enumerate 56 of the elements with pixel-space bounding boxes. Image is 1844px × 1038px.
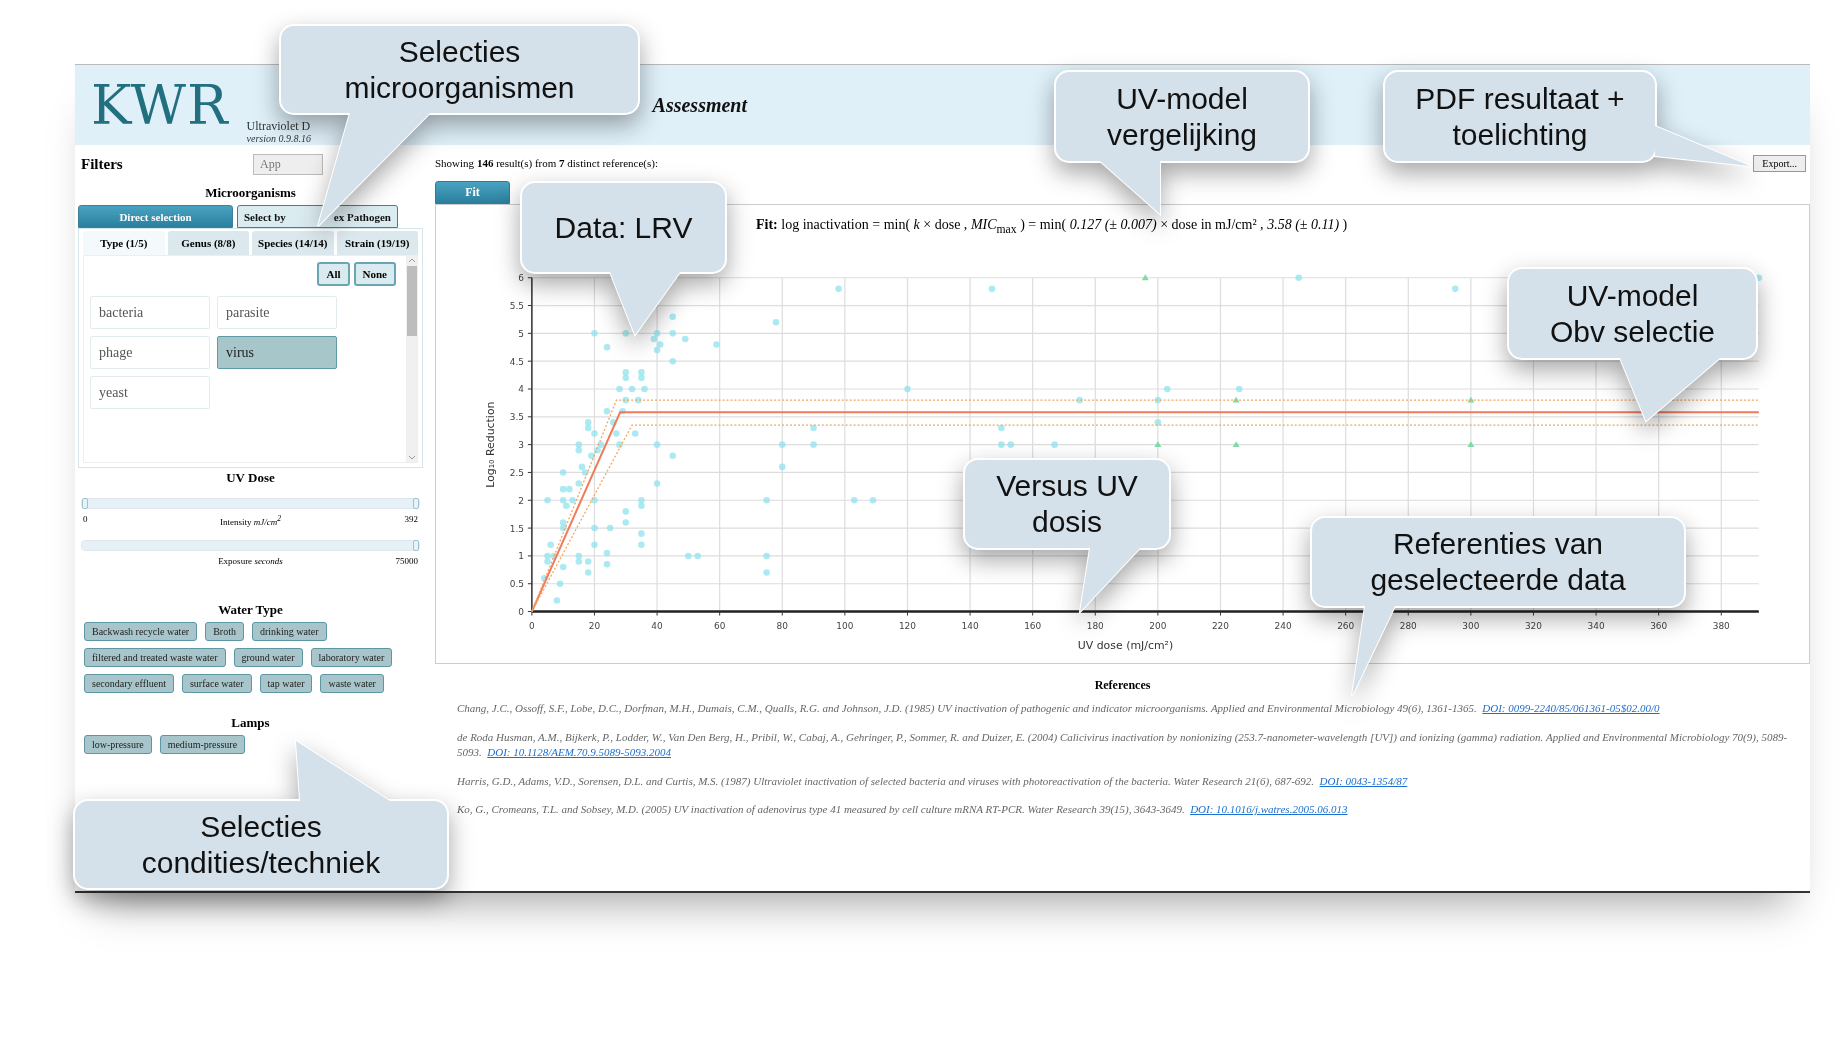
tick-label: 4.5 (509, 356, 524, 367)
tick-label: 160 (1024, 621, 1042, 632)
tick-label: 200 (1149, 621, 1167, 632)
slider-label: Intensity mJ/cm$^{2}$ (220, 514, 281, 529)
references-heading: References (1094, 678, 1151, 693)
slider-label: Exposure seconds (218, 556, 283, 568)
tick-label: 3 (518, 439, 524, 450)
axis-label: Log₁₀ Reduction (484, 401, 498, 488)
tick-label: 180 (1086, 621, 1104, 632)
callout: Versus UV dosis (962, 457, 1172, 614)
tick-label: 40 (651, 621, 663, 632)
tick-label: 6 (518, 273, 524, 283)
app-title: Assessment (652, 93, 748, 117)
reference: de Roda Husman, A.M., Bijkerk, P., Lodder, W., Van Den Berg, H., Pribil, W., Cabaj, A., Gehringer, P., Sommer, R. and Duizer, E. (2004) Calicivirus inactivation by nonionizing (253.7-nanometer-wavelength [UV]) and ionizing (gamma) radiation. Applied and Environmental Microbiology 70(9), 5089-5093. DOI: 10.1128/AEM.70.9.5089-5093.2004 (457, 729, 1789, 760)
fit-formula: Fit: log inactivation = min( k × dose , MIC$_{max}$ ) = min( 0.127 (± 0.007) × dose in mJ/cm² , 3.58 (± 0.11) ) (756, 217, 1348, 236)
tick-label: 4 (518, 384, 524, 395)
filters-title: Filters (80, 155, 123, 173)
tick-label: 320 (1524, 621, 1542, 632)
section-heading: Water Type (217, 602, 284, 618)
tick-label: 380 (1712, 621, 1730, 632)
slider-max: 392 (403, 514, 418, 526)
tick-label: 220 (1211, 621, 1229, 632)
tick-label: 60 (714, 621, 726, 632)
reference: Harris, G.D., Adams, V.D., Sorensen, D.L. and Curtis, M.S. (1987) Ultraviolet inactivation of selected bacteria and viruses with photoreactivation of the bacteria. Water Research 21(6), 687-692. DOI: 0043-1354/87 (457, 773, 1409, 789)
tick-label: 100 (836, 621, 854, 632)
reference: Chang, J.C., Ossoff, S.F., Lobe, D.C., Dorfman, M.H., Dumais, C.M., Qualls, R.G. and Johnson, J.D. (1985) UV inactivation of pathogenic and indicator microorganisms. Applied and Environmental Microbiology 49(6), 1361-1365. DOI: 0099-2240/85/061361-05$02.00/0 (457, 701, 1661, 716)
tick-label: 3.5 (509, 412, 524, 423)
callout: UV-model vergelijking (1053, 69, 1311, 216)
tick-label: 340 (1587, 621, 1605, 632)
tick-label: 2.5 (509, 467, 524, 478)
reference: Ko, G., Cromeans, T.L. and Sobsey, M.D. (2005) UV inactivation of adenovirus type 41 measured by cell culture mRNA RT-PCR. Water Research 39(15), 3643-3649. DOI: 10.1016/j.watres.2005.06.013 (457, 802, 1349, 818)
tick-label: 0 (518, 606, 524, 617)
tick-label: 280 (1399, 621, 1417, 632)
callout: PDF resultaat + toelichting (1382, 69, 1752, 168)
tick-label: 20 (588, 621, 601, 632)
tick-label: 120 (898, 621, 916, 632)
tick-label: 1 (518, 551, 524, 562)
tick-label: 260 (1337, 621, 1355, 632)
section-heading: Lamps (230, 715, 271, 731)
slider-max: 75000 (394, 556, 418, 568)
tick-label: 5.5 (509, 300, 524, 311)
axis-label: UV dose (mJ/cm²) (1077, 639, 1174, 653)
tick-label: 140 (961, 621, 979, 632)
tick-label: 300 (1462, 621, 1480, 632)
tick-label: 2 (518, 495, 524, 506)
tick-label: 5 (518, 328, 524, 339)
section-heading: UV Dose (225, 470, 276, 486)
tick-label: 0 (529, 621, 535, 632)
tick-label: 1.5 (509, 523, 524, 534)
tick-label: 360 (1650, 621, 1668, 632)
tick-label: 0.5 (509, 579, 524, 589)
slider-min: 0 (83, 514, 89, 526)
logo: KWR (91, 73, 229, 137)
tick-label: 240 (1274, 621, 1292, 632)
tick-label: 80 (776, 621, 788, 632)
callout: UV-model Obv selectie (1506, 266, 1759, 423)
